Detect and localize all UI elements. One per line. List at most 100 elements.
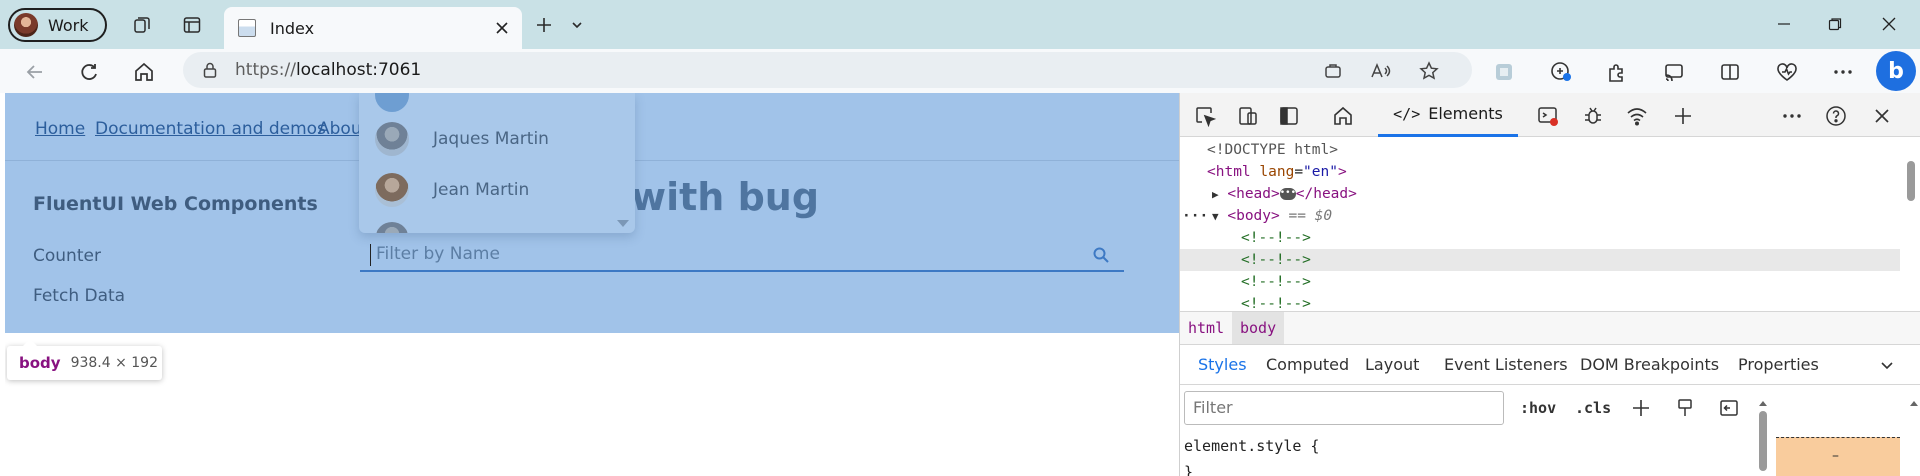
browser-essentials-icon[interactable] (1773, 58, 1801, 86)
dom-html-node[interactable]: <html lang="en"> (1207, 161, 1347, 183)
dom-doctype[interactable]: <!DOCTYPE html> (1207, 139, 1338, 161)
tab-styles[interactable]: Styles (1198, 355, 1247, 374)
chevron-down-icon[interactable] (1880, 361, 1894, 371)
network-wifi-icon[interactable] (1624, 103, 1650, 129)
extension-icon[interactable] (1490, 58, 1518, 86)
tooltip-tag: body (19, 354, 61, 372)
list-item[interactable]: Jean Martin (375, 166, 529, 214)
tab-elements[interactable]: </> Elements (1378, 93, 1518, 137)
dom-comment[interactable]: <!--!--> (1241, 271, 1311, 293)
node-actions-ellipsis-icon[interactable]: ··· (1182, 205, 1208, 227)
new-tab-icon[interactable] (529, 10, 559, 40)
tab-elements-label: Elements (1428, 104, 1503, 123)
code-brackets-icon: </> (1393, 104, 1421, 123)
persona-avatar (375, 122, 409, 156)
split-screen-icon[interactable] (1716, 58, 1744, 86)
browser-tab-index[interactable]: Index (224, 7, 522, 49)
dom-head-node[interactable]: ▶ <head>•••</head> (1212, 183, 1357, 205)
tab-event-listeners[interactable]: Event Listeners (1444, 355, 1568, 374)
paint-brush-icon[interactable] (1674, 397, 1696, 419)
issues-bug-icon[interactable] (1580, 103, 1606, 129)
persona-avatar (375, 222, 409, 233)
styles-subtabs: Styles Computed Layout Event Listeners D… (1180, 345, 1920, 385)
favorite-star-icon[interactable] (1416, 58, 1442, 84)
styles-scrollbar[interactable] (1757, 393, 1769, 476)
close-window-icon[interactable] (1866, 10, 1912, 38)
breadcrumb: html body (1180, 311, 1920, 345)
dom-comment[interactable]: <!--!--> (1241, 249, 1311, 271)
new-style-rule-plus-icon[interactable] (1630, 397, 1652, 419)
cast-icon[interactable] (1660, 58, 1688, 86)
back-arrow-icon[interactable] (19, 56, 51, 88)
profile-label: Work (48, 15, 89, 35)
app-available-icon[interactable] (1320, 58, 1346, 84)
scroll-up-icon[interactable] (1757, 398, 1769, 408)
profile-avatar (14, 13, 38, 37)
welcome-home-icon[interactable] (1330, 103, 1356, 129)
sidebar-item-fetch-data[interactable]: Fetch Data (33, 286, 125, 306)
dom-comment[interactable]: <!--!--> (1241, 227, 1311, 249)
nav-link-home[interactable]: Home (35, 119, 85, 139)
dropdown-scroll-down-icon[interactable] (617, 220, 629, 227)
breadcrumb-body[interactable]: body (1232, 312, 1285, 344)
dom-scrollbar-thumb[interactable] (1907, 161, 1915, 201)
address-bar[interactable]: https://localhost:7061 (183, 52, 1472, 88)
dock-sidebar-icon[interactable] (1276, 103, 1302, 129)
title-bar: Work Index (0, 0, 1920, 49)
read-aloud-icon[interactable] (1368, 58, 1394, 84)
breadcrumb-html[interactable]: html (1180, 312, 1232, 344)
device-emulation-icon[interactable] (1235, 103, 1261, 129)
filter-placeholder: Filter by Name (370, 244, 500, 266)
tab-computed[interactable]: Computed (1266, 355, 1349, 374)
devtools-toolbar: </> Elements (1180, 93, 1920, 137)
list-item[interactable] (375, 215, 409, 233)
box-model-diagram: – (1776, 393, 1906, 476)
inspect-element-icon[interactable] (1192, 103, 1218, 129)
help-icon[interactable] (1823, 103, 1849, 129)
hov-button[interactable]: :hov (1520, 399, 1556, 417)
persona-avatar (375, 173, 409, 207)
workspaces-icon[interactable] (127, 10, 157, 40)
home-icon[interactable] (128, 56, 160, 88)
tab-dom-breakpoints[interactable]: DOM Breakpoints (1580, 355, 1719, 374)
styles-scrollbar-thumb[interactable] (1759, 411, 1767, 471)
option-name: Jaques Martin (433, 129, 549, 149)
name-autocomplete-dropdown[interactable]: Jaques Martin Jean Martin (359, 93, 635, 233)
tab-properties[interactable]: Properties (1738, 355, 1819, 374)
search-icon (1093, 247, 1109, 263)
filter-by-name-input[interactable]: Filter by Name (360, 238, 1124, 272)
toggle-sidebar-icon[interactable] (1718, 397, 1740, 419)
refresh-icon[interactable] (73, 56, 105, 88)
dom-body-node[interactable]: ▼ <body> == $0 (1212, 205, 1332, 227)
cls-button[interactable]: .cls (1575, 399, 1611, 417)
extensions-puzzle-icon[interactable] (1603, 58, 1631, 86)
box-model-scrollbar[interactable] (1908, 393, 1920, 476)
devtools-more-options-icon[interactable] (1779, 103, 1805, 129)
tab-layout[interactable]: Layout (1365, 355, 1419, 374)
restore-icon[interactable] (1812, 10, 1858, 38)
devtools-panel: </> Elements <!DOCTYPE html> <html lang=… (1179, 93, 1920, 476)
tab-close-icon[interactable] (492, 18, 512, 38)
copilot-bing-icon[interactable]: b (1876, 51, 1916, 91)
tracking-prevention-icon[interactable] (1547, 58, 1575, 86)
box-model-margin[interactable]: – (1776, 437, 1900, 476)
more-options-icon[interactable] (1829, 58, 1857, 86)
minimize-icon[interactable] (1761, 10, 1807, 38)
dom-tree[interactable]: <!DOCTYPE html> <html lang="en"> ▶ <head… (1180, 139, 1900, 312)
element-style-brace: } (1184, 463, 1194, 476)
sidebar-item-counter[interactable]: Counter (33, 246, 101, 266)
nav-link-documentation[interactable]: Documentation and demos (95, 119, 326, 139)
console-icon[interactable] (1535, 103, 1561, 129)
page-viewport: Home Documentation and demos About Fluen… (5, 93, 1179, 476)
vertical-tabs-icon[interactable] (177, 10, 207, 40)
dom-scrollbar[interactable] (1904, 139, 1918, 311)
close-devtools-icon[interactable] (1869, 103, 1895, 129)
more-tools-plus-icon[interactable] (1670, 103, 1696, 129)
element-style-rule[interactable]: element.style { (1184, 437, 1319, 455)
tab-actions-chevron-down-icon[interactable] (562, 10, 592, 40)
scroll-up-icon[interactable] (1908, 398, 1920, 408)
inspect-tooltip: body 938.4 × 192 (7, 339, 162, 380)
styles-filter-input[interactable]: Filter (1184, 391, 1504, 425)
list-item[interactable]: Jaques Martin (375, 115, 549, 163)
profile-button[interactable]: Work (8, 8, 107, 42)
